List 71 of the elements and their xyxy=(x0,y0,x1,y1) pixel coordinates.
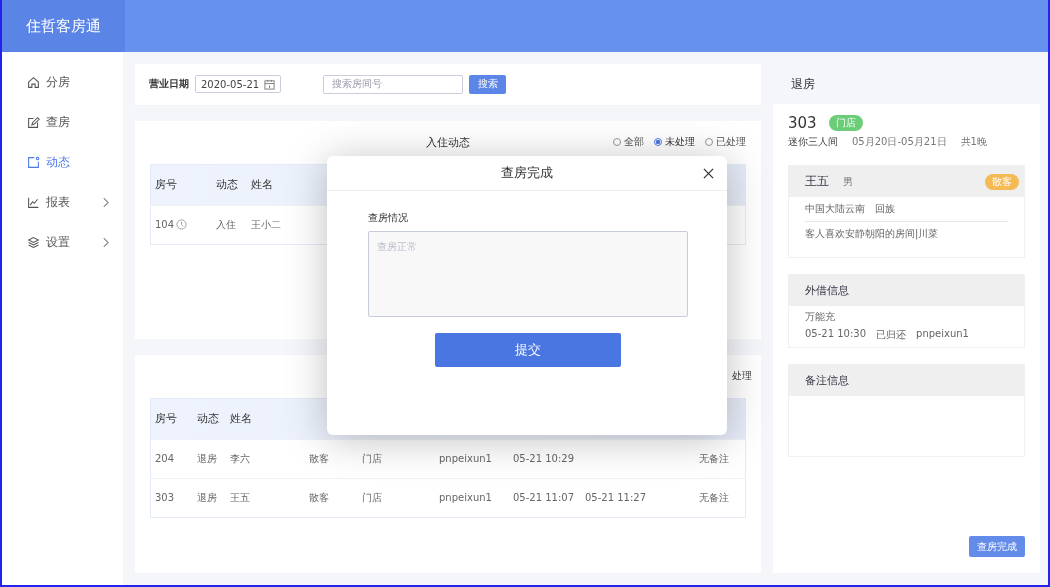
table-cell: 204 xyxy=(155,453,175,465)
chart-icon xyxy=(27,195,40,209)
table-cell: 05-21 11:07 xyxy=(513,492,575,504)
guest-type-tag: 散客 xyxy=(985,173,1019,190)
table-cell: pnpeixun1 xyxy=(439,492,492,504)
filter-radio[interactable]: 未处理 xyxy=(654,135,695,150)
room-number: 303 xyxy=(788,114,817,132)
sidebar-item[interactable]: 设置 xyxy=(2,222,123,262)
filter-radio[interactable]: 已处理 xyxy=(705,135,746,150)
search-field[interactable]: 搜索房间号 xyxy=(323,74,463,94)
sidebar-item[interactable]: 动态 xyxy=(2,142,123,182)
layers-icon xyxy=(27,235,40,249)
date-field[interactable]: 2020-05-21 xyxy=(195,75,281,94)
column-header: 动态 xyxy=(197,411,219,427)
guest-gender: 男 xyxy=(843,174,853,189)
clock-icon xyxy=(176,219,188,231)
table-cell: 王小二 xyxy=(251,217,281,232)
column-header: 动态 xyxy=(216,177,238,193)
table-cell: 无备注 xyxy=(699,490,729,505)
nights-count: 共1晚 xyxy=(960,135,987,149)
sidebar-item[interactable]: 分房 xyxy=(2,62,123,102)
table-cell: 散客 xyxy=(309,451,329,466)
field-label: 查房情况 xyxy=(368,211,409,225)
calendar-icon xyxy=(264,78,275,90)
card-title: 入住动态 xyxy=(426,134,470,150)
source-tag: 门店 xyxy=(828,115,863,131)
close-icon[interactable] xyxy=(703,167,714,179)
column-header: 姓名 xyxy=(251,177,273,193)
table-cell: 05-21 11:27 xyxy=(585,492,647,504)
app-logo: 住哲客房通 xyxy=(2,0,125,52)
table-cell: 门店 xyxy=(362,490,382,505)
submit-button[interactable]: 提交 xyxy=(435,333,621,367)
table-cell: 退房 xyxy=(197,490,217,505)
table-cell: 退房 xyxy=(197,451,217,466)
filter-option-text: 处理 xyxy=(732,369,752,384)
table-cell: 散客 xyxy=(309,490,329,505)
table-cell: pnpeixun1 xyxy=(439,453,492,465)
modal-title: 查房完成 xyxy=(501,164,553,182)
table-cell: 李六 xyxy=(230,451,250,466)
panel-title: 退房 xyxy=(791,75,815,93)
borrow-operator: pnpeixun1 xyxy=(916,328,969,341)
guest-ethnicity: 回族 xyxy=(875,202,895,216)
borrowed-item: 万能充 xyxy=(805,310,836,324)
room-type: 迷你三人间 xyxy=(788,135,838,149)
stay-dates: 05月20日-05月21日 xyxy=(852,135,947,149)
table-cell: 门店 xyxy=(362,451,382,466)
chevron-right-icon xyxy=(102,196,109,208)
table-cell: 05-21 10:29 xyxy=(513,453,575,465)
borrow-time: 05-21 10:30 xyxy=(805,328,867,341)
chevron-right-icon xyxy=(102,236,109,248)
sidebar-item[interactable]: 查房 xyxy=(2,102,123,142)
column-header: 房号 xyxy=(155,411,177,427)
column-header: 姓名 xyxy=(230,411,252,427)
table-cell: 入住 xyxy=(216,217,236,232)
table-cell: 104 xyxy=(155,219,175,231)
notice-icon xyxy=(27,155,40,169)
home-icon xyxy=(27,75,40,89)
edit-icon xyxy=(27,115,40,129)
guest-origin: 中国大陆云南 xyxy=(805,202,865,216)
table-cell: 无备注 xyxy=(699,451,729,466)
table-cell: 王五 xyxy=(230,490,250,505)
section-title: 备注信息 xyxy=(805,373,849,388)
guest-name: 王五 xyxy=(805,173,829,190)
filter-radio[interactable]: 全部 xyxy=(613,135,644,150)
date-label: 营业日期 xyxy=(149,77,189,92)
borrow-status: 已归还 xyxy=(876,328,907,342)
guest-preference: 客人喜欢安静朝阳的房间|川菜 xyxy=(805,227,939,241)
section-title: 外借信息 xyxy=(805,283,849,298)
column-header: 房号 xyxy=(155,177,177,193)
sidebar-item[interactable]: 报表 xyxy=(2,182,123,222)
table-cell: 303 xyxy=(155,492,175,504)
